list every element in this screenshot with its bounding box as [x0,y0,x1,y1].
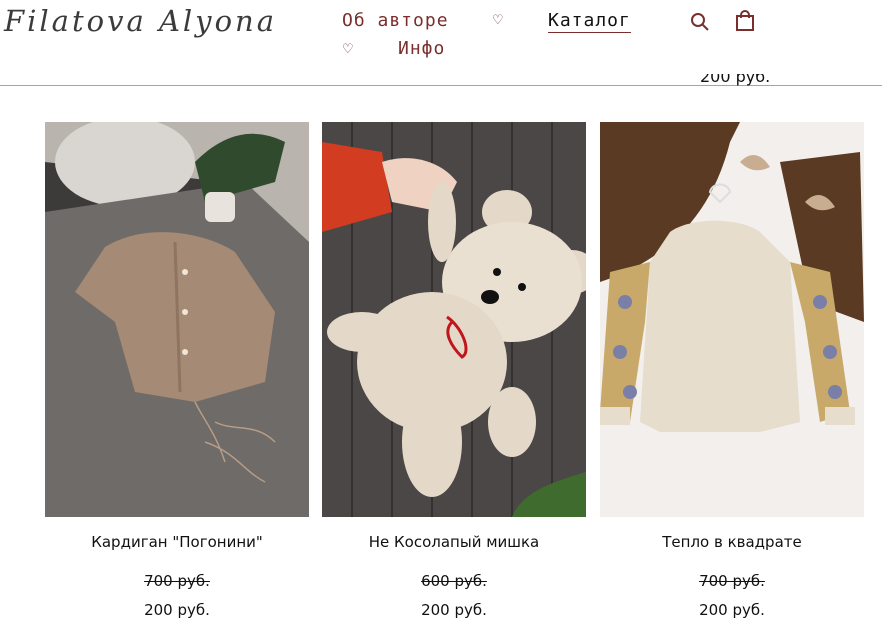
product-card[interactable]: Тепло в квадрате 700 руб. 200 руб. [600,122,864,619]
product-image[interactable] [322,122,586,517]
shopping-bag-icon[interactable] [736,10,754,36]
product-old-price: 700 руб. [144,572,210,590]
heart-icon: ♡ [342,42,354,57]
product-card[interactable]: Не Косолапый мишка 600 руб. 200 руб. [322,122,586,619]
product-old-price: 700 руб. [699,572,765,590]
product-price: 200 руб. [144,601,210,619]
product-title[interactable]: Тепло в квадрате [600,533,864,551]
product-image[interactable] [45,122,309,517]
product-image[interactable] [600,122,864,517]
site-header: Filatova Alyona Об авторе ♡ Каталог ♡ Ин… [0,0,882,86]
product-card[interactable]: Кардиган "Погонини" 700 руб. 200 руб. [45,122,309,619]
nav-info[interactable]: Инфо [398,38,445,59]
product-price: 200 руб. [421,601,487,619]
product-title[interactable]: Не Косолапый мишка [322,533,586,551]
site-logo[interactable]: Filatova Alyona [4,4,277,38]
product-old-price: 600 руб. [421,572,487,590]
nav-catalog[interactable]: Каталог [548,10,631,33]
product-price: 200 руб. [699,601,765,619]
nav-about[interactable]: Об авторе [342,10,449,31]
search-icon[interactable] [690,12,710,36]
heart-icon: ♡ [492,13,504,28]
product-title[interactable]: Кардиган "Погонини" [45,533,309,551]
cutoff-price: 200 руб. [700,74,771,86]
